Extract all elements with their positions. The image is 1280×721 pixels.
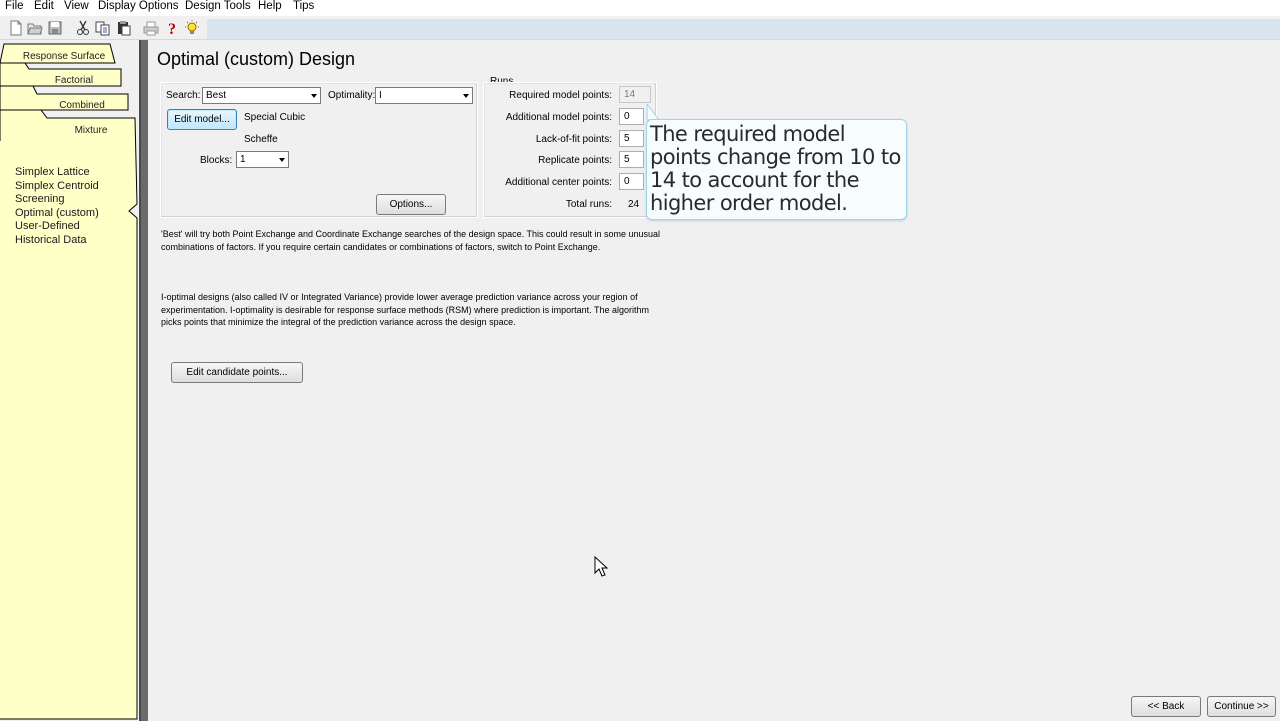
additional-center-points-label: Additional center points:: [505, 177, 612, 188]
save-icon[interactable]: [47, 20, 63, 36]
required-model-points-label: Required model points:: [509, 90, 612, 101]
tip-callout: The required model points change from 10…: [646, 119, 907, 220]
menu-display-options[interactable]: Display Options: [98, 0, 179, 13]
tabs-background: [0, 40, 148, 721]
mixture-design-list: Simplex Lattice Simplex Centroid Screeni…: [15, 166, 99, 247]
back-button[interactable]: << Back: [1131, 696, 1201, 717]
search-label: Search:: [166, 90, 201, 101]
nav-historical-data[interactable]: Historical Data: [15, 234, 99, 248]
menu-tips[interactable]: Tips: [293, 0, 314, 13]
paste-icon[interactable]: [116, 20, 132, 36]
optimality-select[interactable]: I: [375, 87, 473, 104]
cut-icon[interactable]: [75, 20, 91, 36]
optimality-select-value: I: [379, 90, 382, 101]
page-title: Optimal (custom) Design: [157, 49, 356, 69]
blocks-label: Blocks:: [200, 155, 233, 166]
tab-combined[interactable]: Combined: [38, 100, 126, 111]
blocks-select[interactable]: 1: [236, 151, 289, 168]
additional-model-points-field[interactable]: 0: [619, 108, 644, 125]
required-model-points-field: 14: [619, 86, 651, 103]
chevron-down-icon: [311, 94, 317, 98]
search-select[interactable]: Best: [202, 87, 321, 104]
total-runs-label: Total runs:: [565, 199, 612, 210]
lack-of-fit-points-field[interactable]: 5: [619, 130, 644, 147]
menu-help[interactable]: Help: [258, 0, 282, 13]
chevron-down-icon: [463, 94, 469, 98]
edit-candidate-points-button[interactable]: Edit candidate points...: [171, 362, 303, 383]
menu-file[interactable]: File: [5, 0, 24, 13]
continue-button[interactable]: Continue >>: [1207, 696, 1276, 717]
design-type-panel: Response Surface Factorial Combined Mixt…: [0, 40, 148, 721]
tip-bulb-icon[interactable]: [184, 20, 200, 36]
search-description: 'Best' will try both Point Exchange and …: [161, 229, 661, 252]
edit-model-button[interactable]: Edit model...: [167, 109, 237, 130]
model-name: Special Cubic: [244, 112, 306, 123]
tab-response-surface[interactable]: Response Surface: [14, 51, 114, 62]
menu-view[interactable]: View: [64, 0, 89, 13]
print-icon[interactable]: [143, 20, 159, 36]
total-runs-value: 24: [628, 199, 640, 210]
replicate-points-field[interactable]: 5: [619, 151, 644, 168]
menu-edit[interactable]: Edit: [34, 0, 54, 13]
mouse-cursor-icon: [594, 556, 609, 577]
tab-factorial[interactable]: Factorial: [30, 75, 118, 86]
copy-icon[interactable]: [95, 20, 111, 36]
new-file-icon[interactable]: [8, 20, 24, 36]
menu-bar: File Edit View Display Options Design To…: [0, 0, 1280, 16]
optimality-label: Optimality:: [328, 90, 376, 101]
nav-simplex-lattice[interactable]: Simplex Lattice: [15, 166, 99, 180]
toolbar-strip: [207, 19, 1280, 39]
additional-model-points-label: Additional model points:: [505, 112, 612, 123]
nav-user-defined[interactable]: User-Defined: [15, 220, 99, 234]
nav-simplex-centroid[interactable]: Simplex Centroid: [15, 180, 99, 194]
blocks-select-value: 1: [240, 154, 246, 165]
lack-of-fit-points-label: Lack-of-fit points:: [535, 134, 612, 145]
help-icon[interactable]: ?: [165, 20, 181, 36]
nav-screening[interactable]: Screening: [15, 193, 99, 207]
toolbar: ?: [0, 18, 1280, 40]
additional-center-points-field[interactable]: 0: [619, 173, 644, 190]
chevron-down-icon: [279, 158, 285, 162]
tab-mixture[interactable]: Mixture: [46, 125, 136, 136]
tip-callout-text: The required model points change from 10…: [650, 122, 901, 215]
open-folder-icon[interactable]: [27, 20, 43, 36]
replicate-points-label: Replicate points:: [538, 155, 612, 166]
menu-design-tools[interactable]: Design Tools: [185, 0, 251, 13]
options-button[interactable]: Options...: [376, 194, 446, 215]
svg-text:?: ?: [168, 21, 176, 36]
nav-optimal-custom[interactable]: Optimal (custom): [15, 207, 99, 221]
search-select-value: Best: [206, 90, 227, 101]
optimality-description: I-optimal designs (also called IV or Int…: [161, 292, 650, 328]
model-type: Scheffe: [244, 134, 278, 145]
